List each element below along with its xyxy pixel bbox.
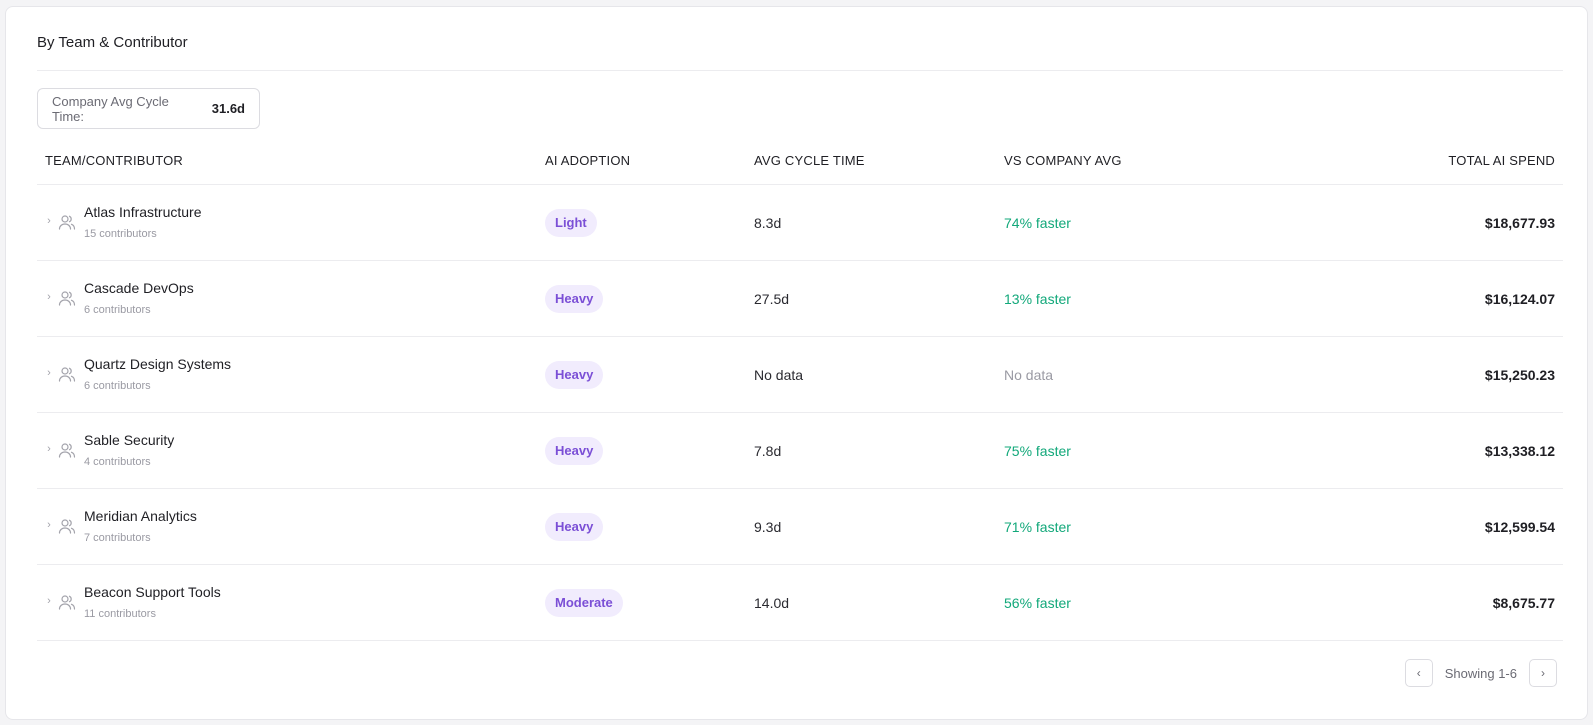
adoption-badge: Moderate	[545, 589, 623, 617]
total-ai-spend: $8,675.77	[1492, 595, 1555, 611]
contributor-count: 11 contributors	[84, 608, 156, 620]
adoption-badge: Heavy	[545, 437, 604, 465]
chevron-right-icon[interactable]: ›	[44, 289, 54, 305]
vs-company-avg: 74% faster	[1004, 215, 1071, 231]
table-row[interactable]: › Atlas Infrastructure 15 contributors L…	[37, 185, 1563, 261]
company-avg-value: 31.6d	[211, 101, 245, 116]
header-vs[interactable]: VS COMPANY AVG	[1004, 153, 1122, 168]
table-body: › Atlas Infrastructure 15 contributors L…	[37, 185, 1563, 641]
users-icon	[58, 215, 76, 230]
header-adoption[interactable]: AI ADOPTION	[545, 153, 630, 168]
adoption-badge: Heavy	[545, 513, 604, 541]
team-name[interactable]: Quartz Design Systems	[84, 356, 231, 372]
total-ai-spend: $16,124.07	[1484, 291, 1555, 307]
header-cycle[interactable]: AVG CYCLE TIME	[754, 153, 865, 168]
adoption-badge: Light	[545, 209, 597, 237]
total-ai-spend: $12,599.54	[1484, 519, 1555, 535]
team-table: TEAM/CONTRIBUTOR AI ADOPTION AVG CYCLE T…	[37, 141, 1563, 641]
team-name[interactable]: Atlas Infrastructure	[84, 204, 202, 220]
contributor-count: 7 contributors	[84, 532, 151, 544]
users-icon	[58, 443, 76, 458]
team-name[interactable]: Beacon Support Tools	[84, 584, 221, 600]
header-spend[interactable]: TOTAL AI SPEND	[1448, 153, 1555, 168]
avg-cycle-time: 8.3d	[754, 215, 782, 231]
total-ai-spend: $15,250.23	[1484, 367, 1555, 383]
chevron-right-icon[interactable]: ›	[44, 593, 54, 609]
team-name[interactable]: Meridian Analytics	[84, 508, 197, 524]
next-page-button[interactable]: ›	[1529, 659, 1557, 687]
vs-company-avg: 13% faster	[1004, 291, 1071, 307]
adoption-badge: Heavy	[545, 361, 604, 389]
vs-company-avg: 71% faster	[1004, 519, 1071, 535]
chevron-right-icon[interactable]: ›	[44, 517, 54, 533]
users-icon	[58, 291, 76, 306]
contributor-count: 6 contributors	[84, 380, 151, 392]
vs-company-avg: 56% faster	[1004, 595, 1071, 611]
pagination-status: Showing 1-6	[1444, 665, 1517, 681]
title-divider	[37, 70, 1563, 71]
total-ai-spend: $13,338.12	[1484, 443, 1555, 459]
team-name[interactable]: Sable Security	[84, 432, 174, 448]
company-avg-label: Company Avg Cycle Time:	[52, 93, 169, 124]
avg-cycle-time: 27.5d	[754, 291, 790, 307]
team-name[interactable]: Cascade DevOps	[84, 280, 194, 296]
avg-cycle-time: No data	[754, 367, 804, 383]
table-row[interactable]: › Quartz Design Systems 6 contributors H…	[37, 337, 1563, 413]
table-row[interactable]: › Meridian Analytics 7 contributors Heav…	[37, 489, 1563, 565]
chevron-right-icon[interactable]: ›	[44, 213, 54, 229]
pagination: ‹ Showing 1-6 ›	[1404, 659, 1557, 687]
contributor-count: 6 contributors	[84, 304, 151, 316]
vs-company-avg: 75% faster	[1004, 443, 1071, 459]
avg-cycle-time: 7.8d	[754, 443, 782, 459]
users-icon	[58, 367, 76, 382]
chevron-right-icon[interactable]: ›	[44, 441, 54, 457]
total-ai-spend: $18,677.93	[1484, 215, 1555, 231]
company-avg-cycle-pill: Company Avg Cycle Time: 31.6d	[37, 88, 260, 129]
team-contributor-card: By Team & Contributor Company Avg Cycle …	[5, 6, 1588, 720]
avg-cycle-time: 9.3d	[754, 519, 782, 535]
table-header: TEAM/CONTRIBUTOR AI ADOPTION AVG CYCLE T…	[37, 141, 1563, 185]
header-team[interactable]: TEAM/CONTRIBUTOR	[45, 153, 183, 168]
chevron-right-icon[interactable]: ›	[44, 365, 54, 381]
adoption-badge: Heavy	[545, 285, 604, 313]
table-row[interactable]: › Beacon Support Tools 11 contributors M…	[37, 565, 1563, 641]
users-icon	[58, 595, 76, 610]
table-row[interactable]: › Sable Security 4 contributors Heavy 7.…	[37, 413, 1563, 489]
card-title: By Team & Contributor	[37, 34, 188, 51]
contributor-count: 4 contributors	[84, 456, 151, 468]
avg-cycle-time: 14.0d	[754, 595, 790, 611]
contributor-count: 15 contributors	[84, 228, 157, 240]
users-icon	[58, 519, 76, 534]
vs-company-avg: No data	[1004, 367, 1054, 383]
prev-page-button[interactable]: ‹	[1404, 659, 1433, 687]
table-row[interactable]: › Cascade DevOps 6 contributors Heavy 27…	[37, 261, 1563, 337]
